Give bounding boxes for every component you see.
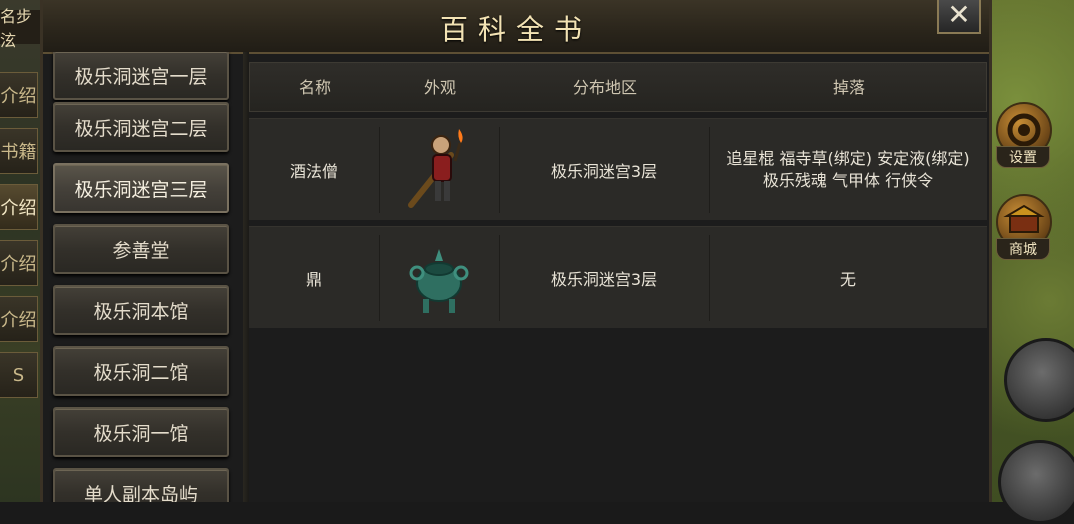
monster-region: 极乐洞迷宫3层: [550, 270, 658, 289]
side-top-label: 名步泫: [0, 7, 40, 50]
category-item-3-selected[interactable]: 极乐洞迷宫三层: [53, 163, 229, 213]
drops-line: 极乐残魂 气甲体 行侠令: [762, 171, 934, 190]
category-item-5[interactable]: 极乐洞本馆: [53, 285, 229, 335]
header-drops: 掉落: [832, 78, 865, 97]
monster-drops: 无: [839, 270, 856, 289]
monster-appearance: [379, 119, 499, 221]
encyclopedia-panel: 百科全书 ✕ 极乐洞迷宫一层 极乐洞迷宫二层 极乐洞迷宫三层 参善堂 极乐洞本馆…: [40, 0, 992, 502]
side-tab-4[interactable]: 介绍: [0, 240, 38, 286]
side-tab-3[interactable]: 介绍: [0, 184, 38, 230]
category-item-6[interactable]: 极乐洞二馆: [53, 346, 229, 396]
close-button[interactable]: ✕: [937, 0, 981, 34]
monster-drops: 追星棍 福寺草(绑定) 安定液(绑定) 极乐残魂 气甲体 行侠令: [709, 119, 987, 221]
shop-label: 商城: [996, 238, 1050, 260]
side-tab-5[interactable]: 介绍: [0, 296, 38, 342]
header-appearance: 外观: [423, 78, 456, 97]
category-list: 极乐洞迷宫一层 极乐洞迷宫二层 极乐洞迷宫三层 参善堂 极乐洞本馆 极乐洞二馆 …: [47, 52, 243, 502]
table-row[interactable]: 酒法僧 极乐洞迷宫3层 追星棍 福寺草(绑定) 安定液(绑定) 极乐残魂 气甲体: [249, 118, 987, 220]
category-item-8[interactable]: 单人副本岛屿: [53, 468, 229, 502]
side-tab-2[interactable]: 书籍: [0, 128, 38, 174]
skill-button-lower[interactable]: [998, 440, 1074, 524]
title-bar: 百科全书 ✕: [43, 0, 989, 54]
category-item-7[interactable]: 极乐洞一馆: [53, 407, 229, 457]
monster-appearance: [379, 227, 499, 329]
settings-label: 设置: [996, 146, 1050, 168]
drops-line: 追星棍 福寺草(绑定) 安定液(绑定): [726, 149, 970, 168]
monster-name: 鼎: [305, 270, 322, 289]
category-item-4[interactable]: 参善堂: [53, 224, 229, 274]
monster-region: 极乐洞迷宫3层: [550, 162, 658, 181]
table-row[interactable]: 鼎 极乐洞迷宫3层 无: [249, 226, 987, 328]
side-tab-6[interactable]: S: [0, 352, 38, 398]
monk-monster-icon: [408, 129, 463, 208]
side-tab-1[interactable]: 介绍: [0, 72, 38, 118]
panel-title: 百科全书: [439, 13, 592, 46]
category-item-1[interactable]: 极乐洞迷宫一层: [53, 52, 229, 100]
category-item-2[interactable]: 极乐洞迷宫二层: [53, 102, 229, 152]
monster-name: 酒法僧: [289, 162, 338, 181]
table-header: 名称 外观 分布地区 掉落: [249, 62, 987, 112]
bronze-cauldron-monster-icon: [409, 249, 469, 313]
header-name: 名称: [298, 78, 331, 97]
header-region: 分布地区: [572, 78, 637, 97]
